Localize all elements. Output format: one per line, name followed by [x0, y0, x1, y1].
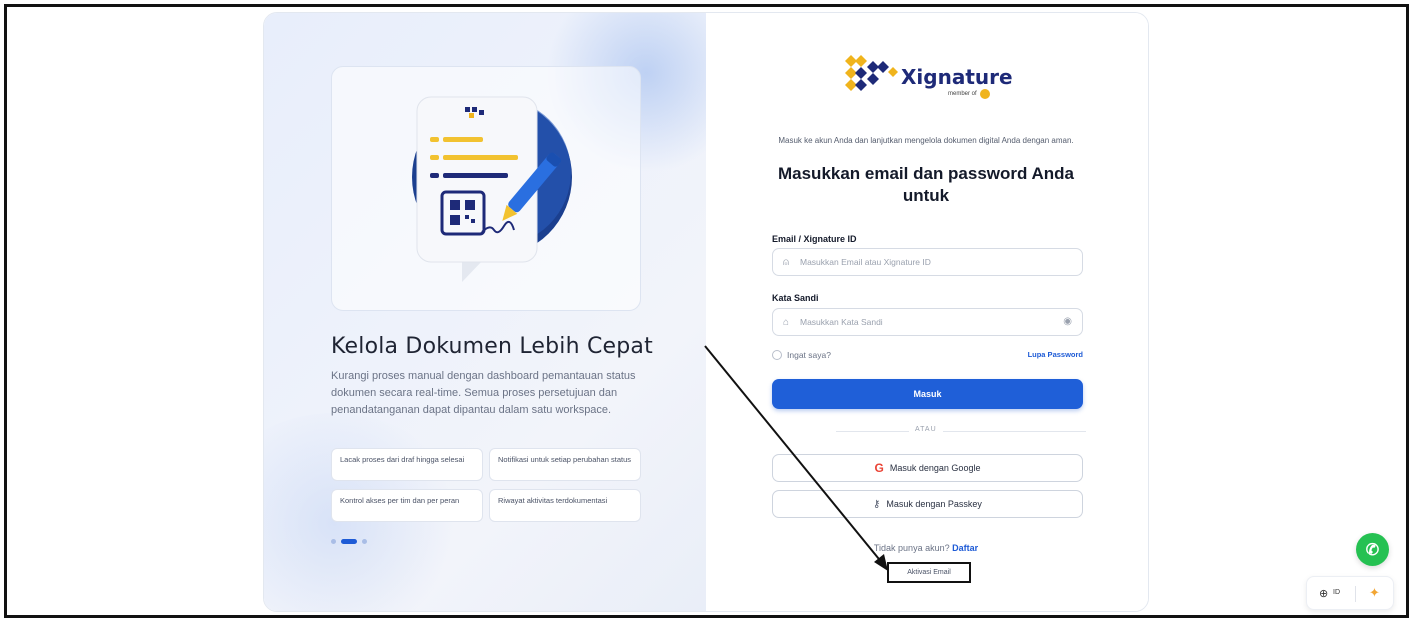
member-of-text: member of — [948, 91, 977, 97]
separator — [1355, 586, 1356, 602]
login-card: Kelola Dokumen Lebih Cepat Kurangi prose… — [263, 12, 1149, 612]
remember-me[interactable]: Ingat saya? — [772, 350, 831, 360]
email-placeholder: Masukkan Email atau Xignature ID — [800, 257, 931, 267]
passkey-login-label: Masuk dengan Passkey — [886, 499, 982, 509]
login-heading: Masukkan email dan password Anda untuk — [777, 164, 1074, 205]
carousel-dot[interactable] — [331, 539, 336, 544]
promo-panel: Kelola Dokumen Lebih Cepat Kurangi prose… — [264, 13, 746, 611]
key-icon: ⚷ — [873, 498, 881, 510]
remember-label: Ingat saya? — [787, 350, 831, 360]
signup-link[interactable]: Daftar — [952, 543, 978, 553]
email-label: Email / Xignature ID — [772, 234, 857, 244]
promo-description: Kurangi proses manual dengan dashboard p… — [331, 370, 636, 416]
language-widget[interactable]: ⊕ ID ✦ — [1306, 576, 1394, 610]
password-label: Kata Sandi — [772, 293, 819, 303]
feature-chip: Notifikasi untuk setiap perubahan status — [489, 448, 641, 481]
sparkle-icon[interactable]: ✦ — [1369, 585, 1380, 601]
signup-prompt: Tidak punya akun? Daftar — [816, 543, 1036, 553]
password-placeholder: Masukkan Kata Sandi — [800, 317, 883, 327]
illustration-card — [331, 66, 641, 311]
divider-line — [836, 431, 1086, 432]
no-account-text: Tidak punya akun? — [873, 543, 950, 553]
google-icon: G — [874, 461, 884, 475]
document-illustration — [412, 96, 572, 282]
google-login-button[interactable]: G Masuk dengan Google — [772, 454, 1083, 482]
whatsapp-chat-button[interactable]: ✆ — [1356, 533, 1389, 566]
divider-text: ATAU — [909, 426, 943, 433]
login-intro: Masuk ke akun Anda dan lanjutkan mengelo… — [778, 136, 1074, 145]
brand-name: Xignature — [901, 65, 1013, 89]
lock-icon: ⌂ — [783, 316, 790, 328]
passkey-login-button[interactable]: ⚷ Masuk dengan Passkey — [772, 490, 1083, 518]
carousel-dot-active[interactable] — [341, 539, 357, 544]
feature-chip: Lacak proses dari draf hingga selesai — [331, 448, 483, 481]
eye-icon[interactable]: ◉ — [1063, 316, 1072, 327]
whatsapp-icon: ✆ — [1365, 541, 1380, 559]
parent-company-icon — [980, 89, 990, 99]
feature-chip: Riwayat aktivitas terdokumentasi — [489, 489, 641, 522]
login-form-panel: Xignature member of Masuk ke akun Anda d… — [706, 13, 1148, 611]
language-code: ID — [1333, 589, 1340, 596]
activate-email-link[interactable]: Aktivasi Email — [887, 562, 971, 583]
carousel-indicator — [331, 539, 367, 544]
xignature-logo-icon — [845, 55, 898, 91]
feature-chip: Kontrol akses per tim dan per peran — [331, 489, 483, 522]
globe-icon: ⊕ — [1319, 588, 1329, 600]
brand-logo: Xignature member of — [843, 53, 1013, 103]
user-icon: ⍝ — [783, 256, 789, 268]
forgot-password-link[interactable]: Lupa Password — [1028, 350, 1083, 359]
carousel-dot[interactable] — [362, 539, 367, 544]
password-field[interactable]: ⌂ Masukkan Kata Sandi ◉ — [772, 308, 1083, 336]
email-field[interactable]: ⍝ Masukkan Email atau Xignature ID — [772, 248, 1083, 276]
remember-checkbox[interactable] — [772, 350, 782, 360]
promo-title: Kelola Dokumen Lebih Cepat — [331, 334, 653, 359]
login-button[interactable]: Masuk — [772, 379, 1083, 409]
google-login-label: Masuk dengan Google — [889, 463, 981, 473]
